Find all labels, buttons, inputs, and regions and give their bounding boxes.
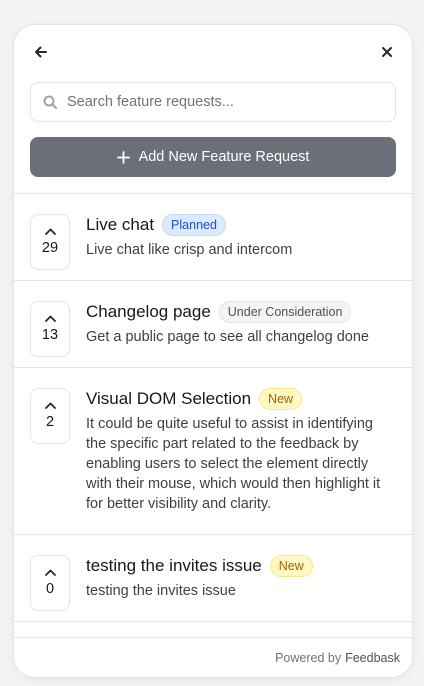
- arrow-left-icon: [34, 45, 48, 59]
- status-badge: New: [259, 388, 303, 410]
- vote-count: 0: [45, 581, 55, 598]
- add-feature-request-button[interactable]: Add New Feature Request: [30, 137, 396, 177]
- title-row: testing the invites issue New: [86, 555, 396, 577]
- feature-request-widget: Add New Feature Request 29 Live chat Pla…: [13, 24, 413, 678]
- status-badge: Under Consideration: [218, 301, 352, 323]
- request-description: testing the invites issue: [86, 583, 236, 599]
- chevron-up-icon: [44, 228, 56, 236]
- widget-footer: Powered by Feedbask: [14, 637, 412, 677]
- powered-by-text: Powered by: [275, 650, 342, 665]
- vote-count: 13: [41, 327, 59, 344]
- vote-count: 29: [41, 240, 59, 257]
- close-button[interactable]: [376, 41, 398, 63]
- feature-request-item: 2 Visual DOM Selection New It could be q…: [14, 368, 412, 535]
- brand-link[interactable]: Feedbask: [345, 651, 400, 665]
- request-description: Get a public page to see all changelog d…: [86, 329, 369, 345]
- search-box: [30, 82, 396, 122]
- title-row: Visual DOM Selection New: [86, 388, 396, 410]
- feature-request-item: 13 Changelog page Under Consideration Ge…: [14, 281, 412, 368]
- request-title[interactable]: Visual DOM Selection: [86, 389, 251, 409]
- close-icon: [380, 45, 394, 59]
- search-input[interactable]: [67, 83, 395, 121]
- title-row: Live chat Planned: [86, 214, 396, 236]
- add-button-label: Add New Feature Request: [138, 149, 310, 165]
- chevron-up-icon: [44, 402, 56, 410]
- status-badge: New: [269, 555, 313, 577]
- feature-request-item: 29 Live chat Planned Live chat like cris…: [14, 194, 412, 281]
- back-button[interactable]: [30, 41, 52, 63]
- vote-count: 2: [45, 414, 55, 431]
- request-title[interactable]: Live chat: [86, 215, 154, 235]
- upvote-button[interactable]: 2: [30, 388, 70, 444]
- feature-request-item: 0 testing the invites issue New testing …: [14, 535, 412, 622]
- upvote-button[interactable]: 13: [30, 301, 70, 357]
- feature-request-list: 29 Live chat Planned Live chat like cris…: [14, 193, 412, 622]
- chevron-up-icon: [44, 569, 56, 577]
- request-description: Live chat like crisp and intercom: [86, 242, 293, 258]
- title-row: Changelog page Under Consideration: [86, 301, 396, 323]
- search-icon: [43, 95, 57, 109]
- status-badge: Planned: [162, 214, 226, 236]
- upvote-button[interactable]: 0: [30, 555, 70, 611]
- upvote-button[interactable]: 29: [30, 214, 70, 270]
- chevron-up-icon: [44, 315, 56, 323]
- widget-header: [14, 25, 412, 79]
- request-description: It could be quite useful to assist in id…: [86, 416, 381, 512]
- request-title[interactable]: testing the invites issue: [86, 556, 262, 576]
- request-title[interactable]: Changelog page: [86, 302, 211, 322]
- plus-icon: [116, 150, 130, 164]
